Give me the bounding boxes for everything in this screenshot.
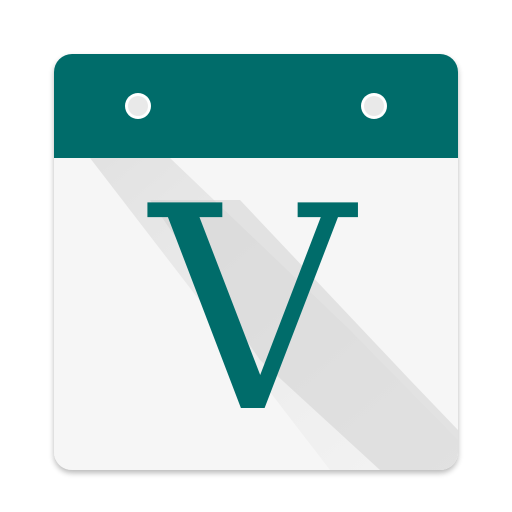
binding-hole-left-icon (125, 93, 151, 119)
calendar-header (54, 54, 458, 158)
binding-hole-right-icon (361, 93, 387, 119)
calendar-icon: V (54, 54, 458, 475)
calendar-letter: V (146, 146, 362, 475)
app-icon-canvas: V (0, 0, 512, 512)
